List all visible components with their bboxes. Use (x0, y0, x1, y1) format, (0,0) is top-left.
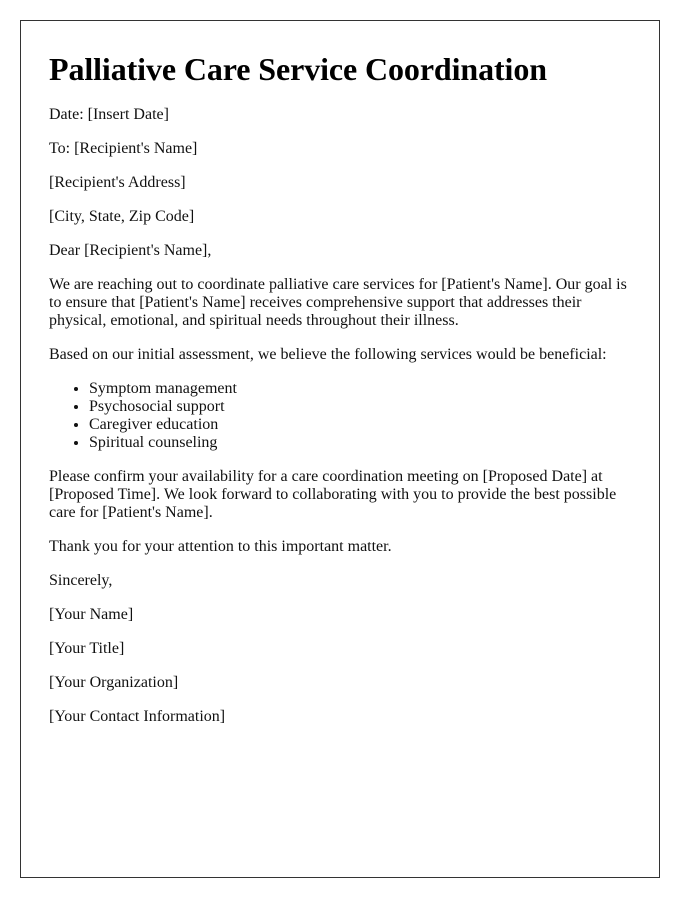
service-item: Psychosocial support (89, 398, 631, 416)
signature-contact: [Your Contact Information] (49, 708, 226, 725)
recipient-address-line: [Recipient's Address] (49, 174, 186, 191)
thank-you-paragraph: Thank you for your attention to this imp… (49, 538, 392, 555)
salutation: Dear [Recipient's Name], (49, 242, 212, 259)
signature-name: [Your Name] (49, 606, 134, 623)
signature-title: [Your Title] (49, 640, 125, 657)
service-item: Spiritual counseling (89, 434, 631, 452)
services-list: Symptom management Psychosocial support … (49, 380, 631, 452)
page-title: Palliative Care Service Coordination (49, 51, 547, 87)
assessment-paragraph: Based on our initial assessment, we beli… (49, 346, 607, 363)
meeting-request-paragraph: Please confirm your availability for a c… (49, 468, 617, 521)
recipient-city-line: [City, State, Zip Code] (49, 208, 195, 225)
signature-organization: [Your Organization] (49, 674, 179, 691)
recipient-name-line: To: [Recipient's Name] (49, 140, 198, 157)
service-item: Caregiver education (89, 416, 631, 434)
date-line: Date: [Insert Date] (49, 106, 169, 123)
intro-paragraph: We are reaching out to coordinate pallia… (49, 276, 627, 329)
service-item: Symptom management (89, 380, 631, 398)
closing: Sincerely, (49, 572, 113, 589)
letter-page: Palliative Care Service Coordination Dat… (20, 20, 660, 878)
